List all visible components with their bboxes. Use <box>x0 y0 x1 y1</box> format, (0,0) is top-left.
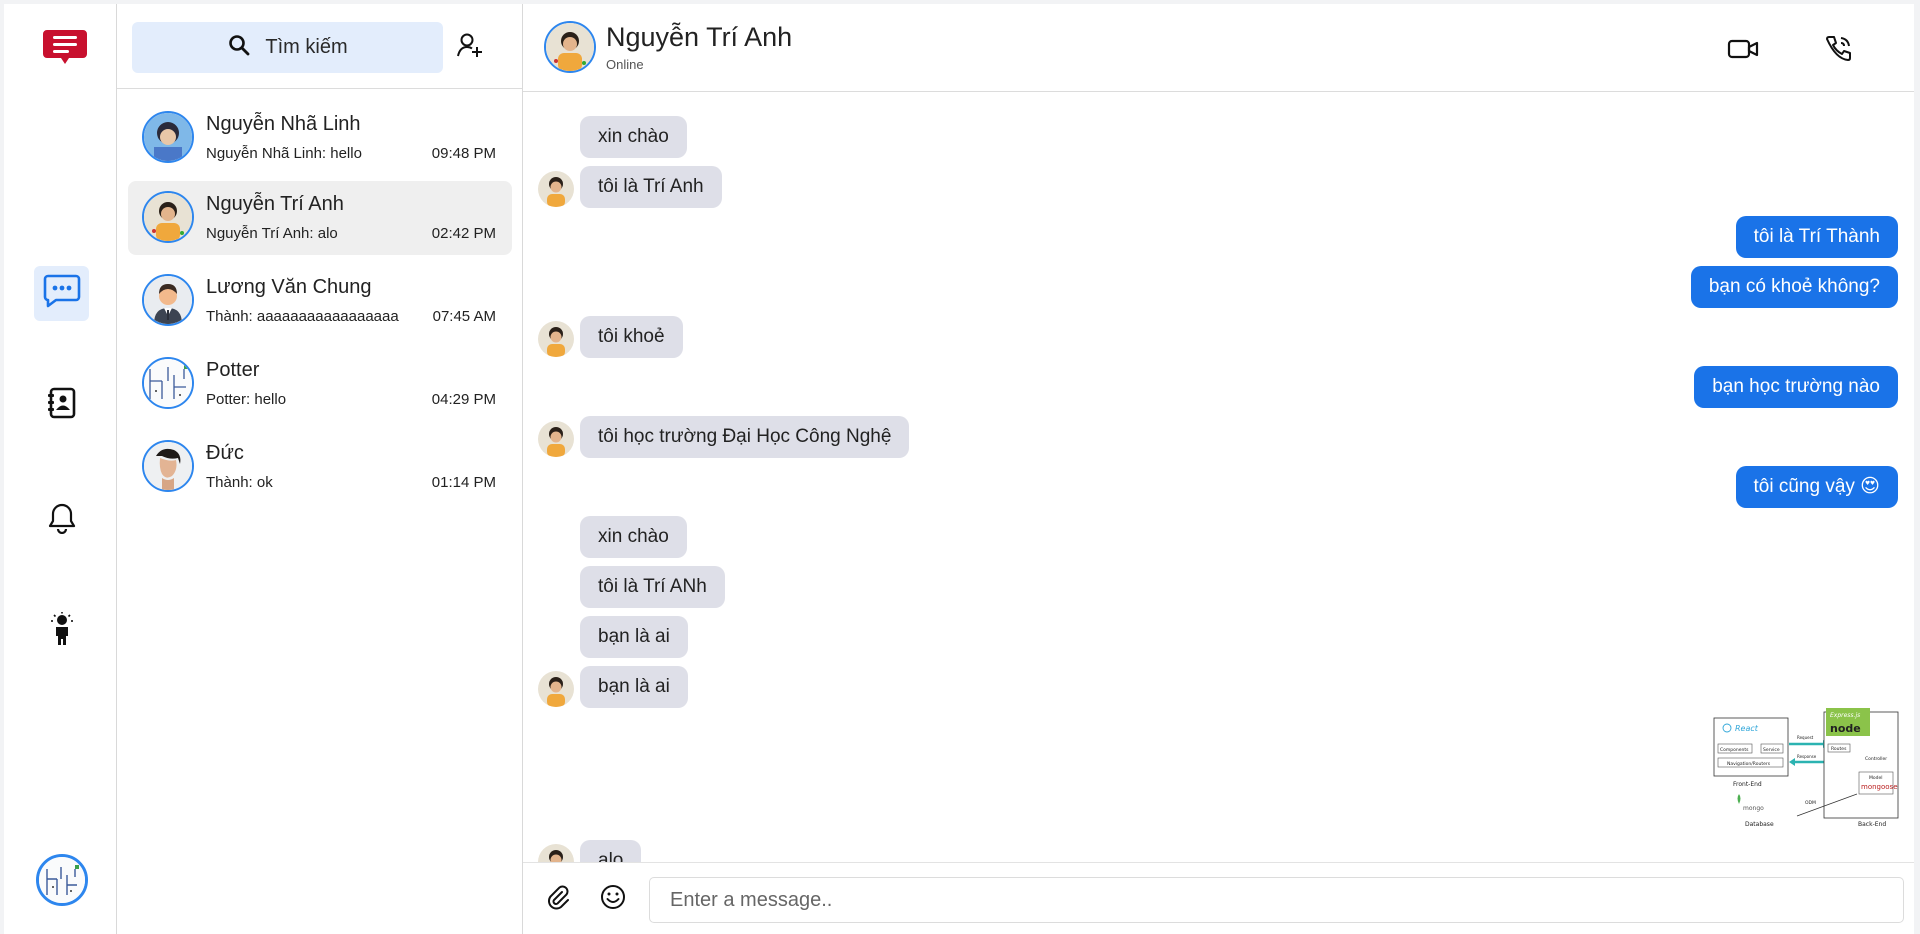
conversation-name: Lương Văn Chung <box>206 276 372 298</box>
chat-status: Online <box>606 57 644 72</box>
conversation-preview: Nguyễn Nhã Linh: hello <box>206 145 362 162</box>
messages-icon <box>43 273 81 314</box>
paperclip-icon <box>544 884 570 915</box>
incoming-message: bạn là ai <box>580 616 688 658</box>
outgoing-message: bạn có khoẻ không? <box>1690 266 1898 308</box>
navigation-label: Navigation/Routers <box>1727 761 1771 767</box>
search-box[interactable]: Tìm kiếm <box>132 22 443 73</box>
conversation-item[interactable]: Lương Văn Chung Thành: aaaaaaaaaaaaaaaaa… <box>128 264 512 338</box>
mongoose-label: mongoose <box>1861 783 1898 791</box>
message-composer <box>523 862 1914 934</box>
incoming-message: xin chào <box>580 116 687 158</box>
conversation-time: 04:29 PM <box>431 391 496 408</box>
chat-partner-avatar[interactable] <box>544 21 596 73</box>
conversation-time: 02:42 PM <box>431 225 496 242</box>
conversation-preview: Thành: ok <box>206 474 273 491</box>
incoming-message: xin chào <box>580 516 687 558</box>
nav-messages-button[interactable] <box>34 266 89 321</box>
avatar <box>142 274 194 326</box>
conversation-name: Nguyễn Nhã Linh <box>206 113 361 135</box>
search-label: Tìm kiếm <box>265 36 348 58</box>
incoming-message: alo <box>580 840 642 862</box>
backend-label: Back-End <box>1858 821 1886 828</box>
contacts-icon <box>45 386 79 425</box>
service-label: Service <box>1763 747 1780 753</box>
database-label: Database <box>1745 821 1774 828</box>
message-input[interactable] <box>649 877 1904 923</box>
express-label: Express.js <box>1830 712 1860 719</box>
chat-logo-icon[interactable] <box>41 22 89 70</box>
nav-ideas-button[interactable] <box>34 604 89 659</box>
incoming-message: tôi khoẻ <box>580 316 683 358</box>
routes-label: Routes <box>1831 746 1847 752</box>
mongo-label: mongo <box>1743 805 1764 812</box>
chat-header: Nguyễn Trí Anh Online <box>523 4 1914 92</box>
conversation-item[interactable]: Đức Thành: ok 01:14 PM <box>128 430 512 504</box>
bell-icon <box>47 502 77 539</box>
conversation-list-panel: Tìm kiếm Nguyễn Nhã Linh Nguyễn Nhã Linh… <box>117 4 523 934</box>
incoming-message: tôi là Trí ANh <box>580 566 725 608</box>
add-user-icon <box>456 31 484 64</box>
conversation-list-header: Tìm kiếm <box>117 4 522 89</box>
emoji-button[interactable] <box>597 883 629 915</box>
add-friend-button[interactable] <box>453 30 487 64</box>
current-user-avatar[interactable] <box>36 854 88 906</box>
voice-call-button[interactable] <box>1821 34 1855 68</box>
conversation-item-active[interactable]: Nguyễn Trí Anh Nguyễn Trí Anh: alo 02:42… <box>128 181 512 255</box>
incoming-message: tôi là Trí Anh <box>580 166 722 208</box>
incoming-message: bạn là ai <box>580 666 688 708</box>
frontend-label: Front-End <box>1733 781 1762 788</box>
conversation-name: Đức <box>206 442 244 464</box>
chat-title: Nguyễn Trí Anh <box>606 22 793 52</box>
idea-person-icon <box>47 612 77 651</box>
image-message-architecture-diagram[interactable]: React Components Service Navigation/Rout… <box>1713 708 1899 832</box>
message-list: xin chào tôi là Trí Anh tôi là Trí Thành… <box>523 92 1914 862</box>
model-label: Model <box>1869 775 1883 781</box>
sender-avatar <box>538 671 574 707</box>
conversation-item[interactable]: Nguyễn Nhã Linh Nguyễn Nhã Linh: hello 0… <box>128 101 512 175</box>
avatar <box>142 357 194 409</box>
sender-avatar <box>538 171 574 207</box>
chat-panel: Nguyễn Trí Anh Online xin chào tôi là Tr… <box>523 4 1914 934</box>
video-call-button[interactable] <box>1726 34 1760 68</box>
conversation-time: 01:14 PM <box>431 474 496 491</box>
odm-label: ODM <box>1805 800 1816 806</box>
attach-file-button[interactable] <box>541 883 573 915</box>
outgoing-message: tôi cũng vậy 😍 <box>1735 466 1898 508</box>
avatar <box>142 111 194 163</box>
conversation-time: 09:48 PM <box>431 145 496 162</box>
conversation-preview: Potter: hello <box>206 391 287 408</box>
video-camera-icon <box>1727 37 1759 66</box>
outgoing-message: bạn học trường nào <box>1694 366 1898 408</box>
conversation-item[interactable]: Potter Potter: hello 04:29 PM <box>128 347 512 421</box>
conversation-name: Nguyễn Trí Anh <box>206 193 344 215</box>
incoming-message: tôi học trường Đại Học Công Nghệ <box>580 416 910 458</box>
node-label: node <box>1830 722 1861 735</box>
request-label: Request <box>1797 735 1814 740</box>
sender-avatar <box>538 321 574 357</box>
outgoing-message: tôi là Trí Thành <box>1735 216 1898 258</box>
response-label: Response <box>1797 754 1817 759</box>
avatar <box>142 440 194 492</box>
sender-avatar <box>538 844 574 862</box>
avatar <box>142 191 194 243</box>
components-label: Components <box>1720 747 1749 753</box>
sender-avatar <box>538 421 574 457</box>
smiley-icon <box>599 883 627 916</box>
nav-contacts-button[interactable] <box>34 378 89 433</box>
react-label: React <box>1735 724 1759 733</box>
conversation-time: 07:45 AM <box>432 308 496 325</box>
conversation-name: Potter <box>206 359 260 381</box>
controller-label: Controller <box>1865 756 1887 762</box>
nav-notifications-button[interactable] <box>34 493 89 548</box>
search-icon <box>227 33 251 62</box>
left-rail <box>4 4 117 934</box>
conversation-preview: Thành: aaaaaaaaaaaaaaaaa <box>206 308 399 325</box>
conversation-preview: Nguyễn Trí Anh: alo <box>206 225 338 242</box>
phone-icon <box>1823 34 1853 69</box>
